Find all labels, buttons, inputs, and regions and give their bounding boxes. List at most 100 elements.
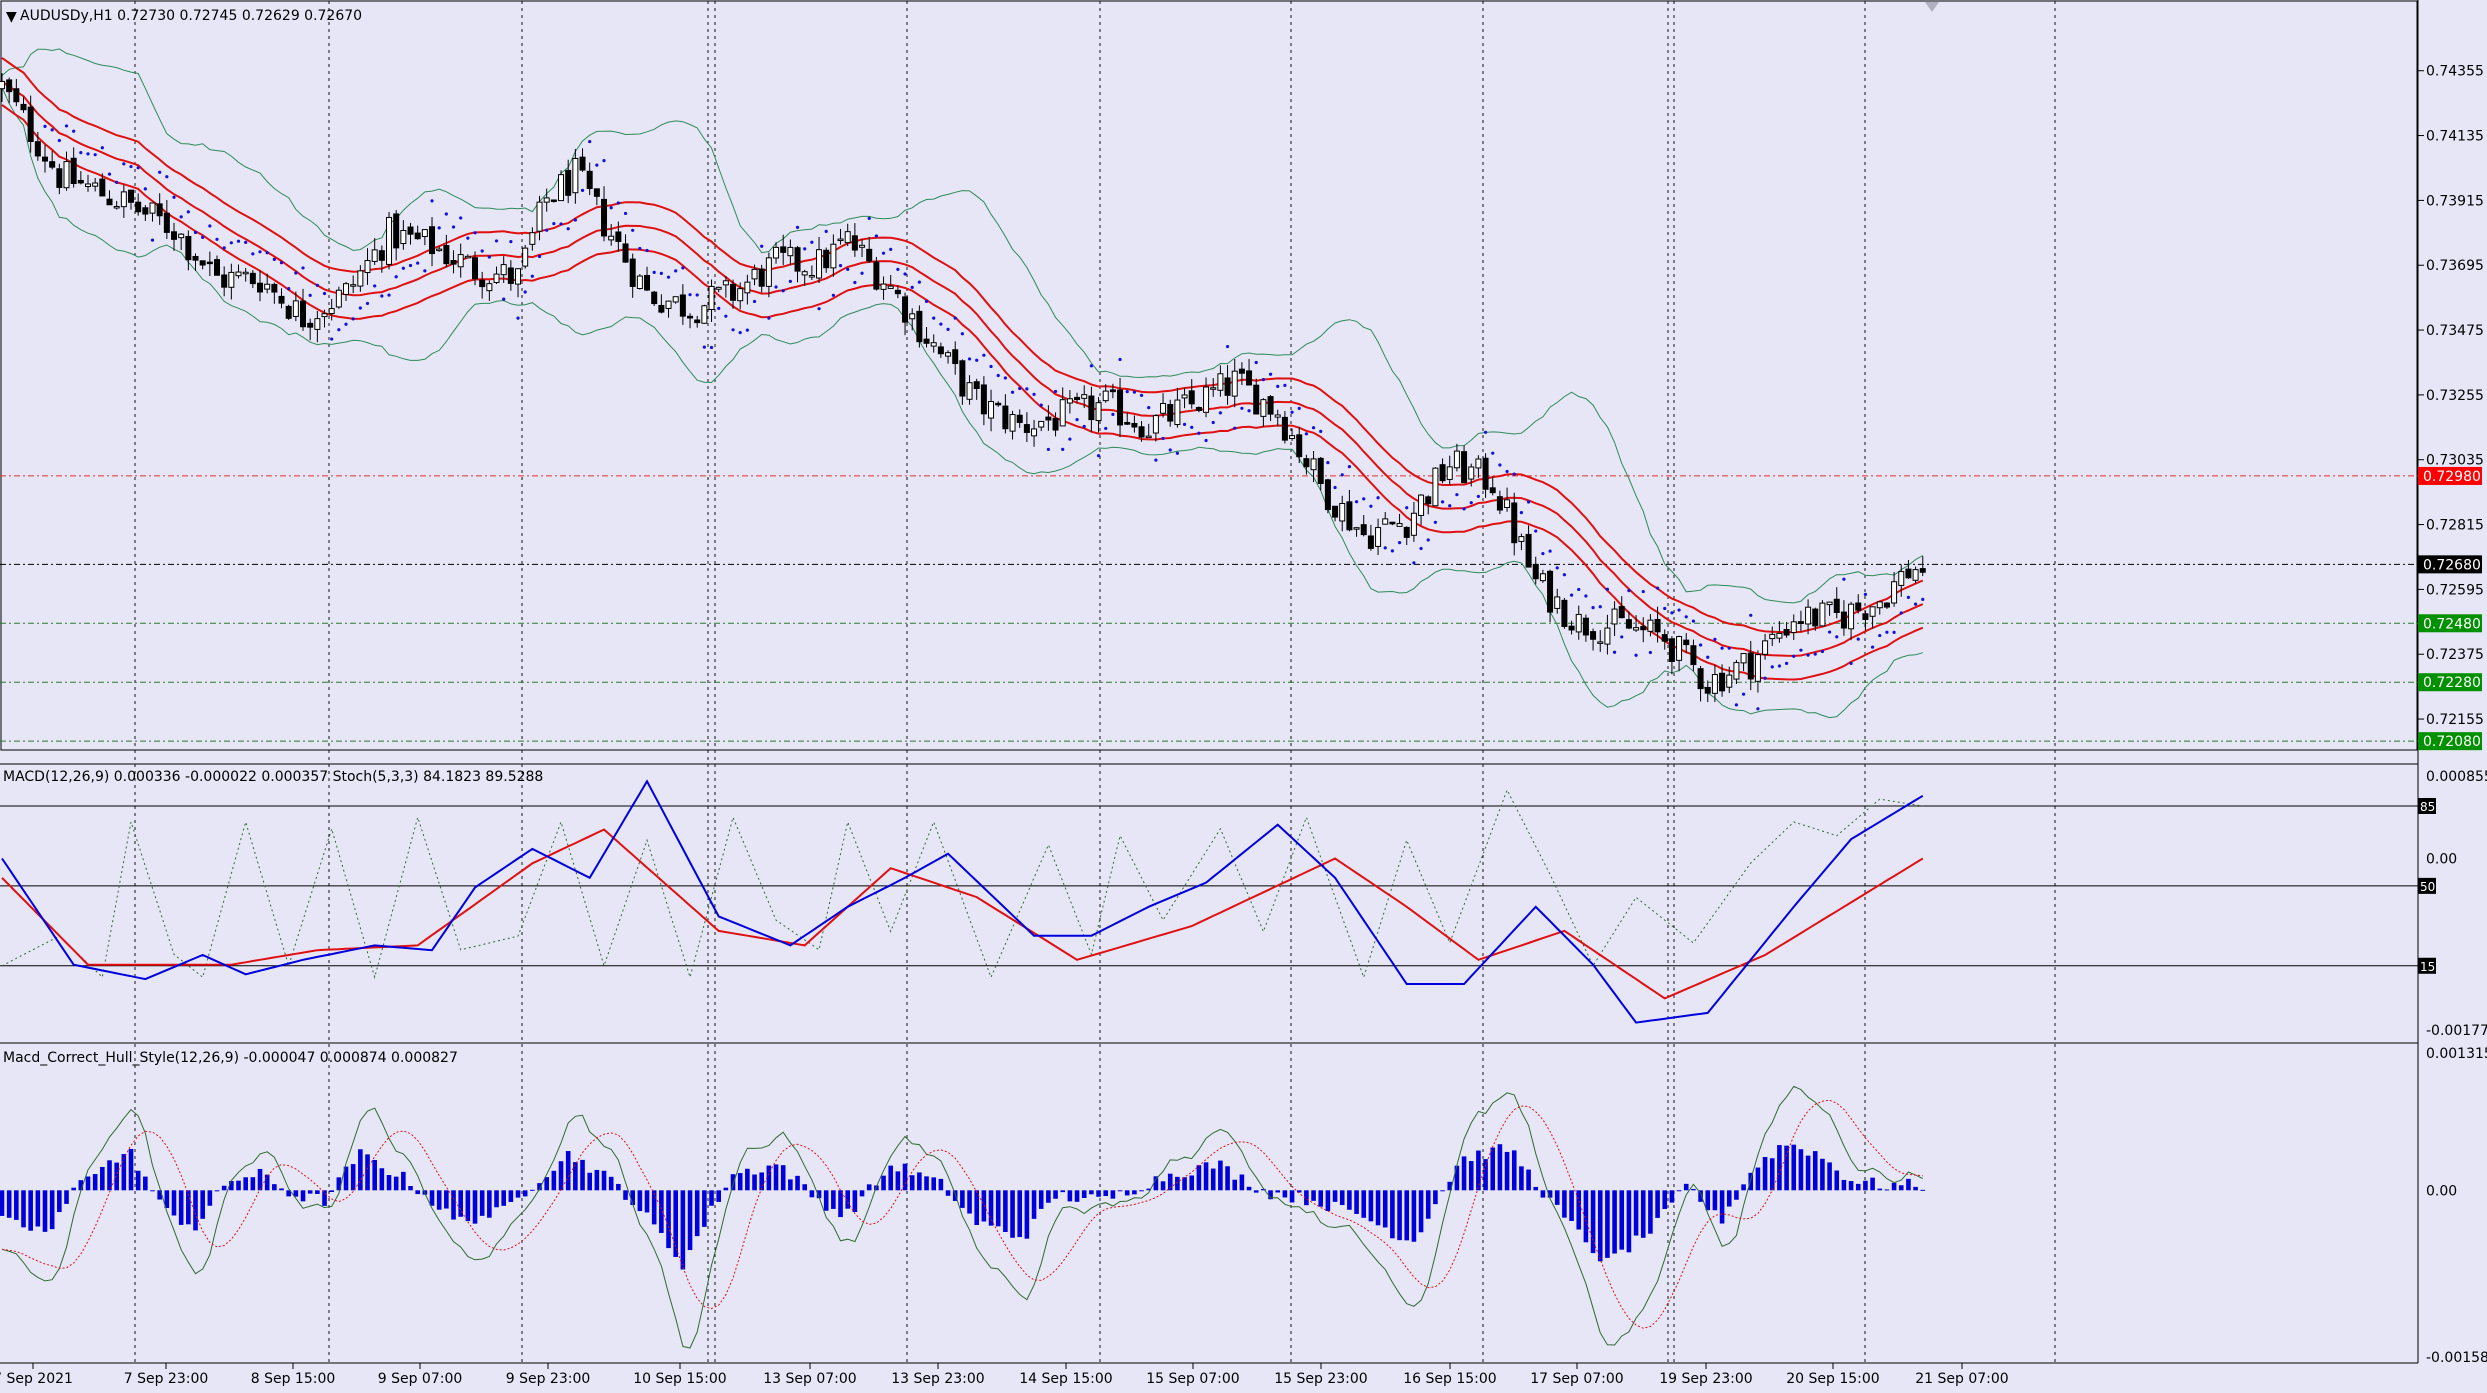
psar-dot [659,271,663,275]
hull-histogram-bar [1189,1175,1195,1191]
candle [1310,458,1317,471]
dropdown-triangle-icon[interactable]: ▼ [6,9,17,25]
psar-dot [315,283,319,287]
psar-dot [351,317,355,321]
hull-histogram-bar [71,1187,76,1191]
psar-dot [810,240,814,244]
candle [1260,399,1267,417]
hull-histogram-bar [1662,1190,1668,1209]
psar-dot [1763,676,1767,680]
hull-histogram-bar [150,1190,155,1192]
candle [722,280,729,286]
candle [1539,573,1546,582]
candle [1389,521,1396,525]
price-tag-label: 0.72080 [2423,734,2481,750]
hull-histogram-bar [1669,1190,1675,1203]
psar-dot [1827,630,1832,634]
time-label: 13 Sep 07:00 [763,1371,856,1387]
psar-dot [609,206,613,210]
candle [1203,386,1210,413]
candle [1339,502,1346,522]
candle [249,272,256,285]
psar-dot [1397,540,1402,545]
candle [1547,570,1554,613]
psar-dot [365,301,370,306]
psar-dot [946,327,950,331]
candle [515,268,522,285]
hull-histogram-bar [1332,1190,1338,1202]
time-label: 13 Sep 23:00 [891,1371,984,1387]
hull-histogram-bar [1404,1190,1410,1241]
hull-histogram-bar [673,1190,678,1257]
psar-dot [867,216,871,220]
psar-dot [824,229,828,233]
hull-histogram-bar [823,1190,829,1211]
psar-dot [566,227,570,231]
psar-dot [1261,378,1265,382]
hull-histogram-bar [1232,1179,1238,1191]
candle [400,230,407,245]
macd-axis-label: 0.000855 [2426,769,2487,785]
hull-histogram-bar [1103,1190,1109,1197]
candle [751,268,758,280]
candle [350,284,357,287]
candle [242,271,249,275]
hull-histogram-bar [1311,1190,1316,1201]
psar-dot [989,364,993,369]
hull-histogram-bar [1397,1190,1402,1241]
macd-axis-label: -0.001777 [2426,1023,2487,1039]
hull-histogram-bar [1124,1190,1130,1196]
hull-histogram-bar [608,1176,614,1191]
candle [371,249,378,262]
candle [20,103,27,111]
time-label: 15 Sep 23:00 [1274,1371,1367,1387]
hull-histogram-bar [802,1184,808,1191]
candle [450,260,457,265]
candle [113,205,120,209]
candle [1002,405,1009,430]
psar-dot [939,322,943,326]
hull-histogram-bar [637,1190,643,1212]
psar-dot [1168,448,1172,452]
hull-histogram-bar [1246,1186,1252,1191]
time-label: 16 Sep 15:00 [1403,1371,1496,1387]
hull-histogram-bar [1533,1186,1539,1191]
candle [1188,390,1195,405]
trading-chart[interactable]: 7 Sep 2021 7 Sep 23:00 8 Sep 15:00 9 Sep 07… [0,0,2487,1393]
hull-histogram-bar [272,1184,277,1191]
psar-dot [846,267,850,271]
psar-dot [1025,387,1029,391]
hull-histogram-bar [1411,1190,1417,1242]
candle [1217,373,1224,391]
psar-dot [595,163,599,167]
hull-histogram-bar [737,1173,743,1191]
psar-dot [795,225,800,229]
candle [758,268,765,287]
psar-dot [1426,538,1430,542]
psar-dot [1670,611,1674,615]
time-label: 15 Sep 07:00 [1146,1371,1239,1387]
candle [651,291,658,305]
psar-dot [1197,431,1201,435]
hull-histogram-bar [1483,1159,1488,1191]
candle [206,261,213,265]
psar-dot [853,280,857,285]
hull-histogram-bar [472,1190,478,1224]
hull-histogram-bar [221,1185,227,1191]
candle [1475,458,1482,469]
candle [163,212,170,233]
psar-dot [416,261,420,265]
psar-dot [50,128,54,132]
psar-dot [917,280,921,284]
candle [335,289,342,308]
hull-histogram-bar [881,1175,886,1191]
hull-histogram-bar [1597,1190,1603,1262]
candle [1138,426,1145,438]
hull-histogram-bar [1798,1149,1804,1191]
price-tag-label: 0.72680 [2423,557,2481,573]
psar-dot [172,195,176,199]
psar-dot [136,166,140,170]
candle [980,384,987,415]
psar-dot [774,285,778,289]
hull-histogram-bar [565,1151,571,1191]
